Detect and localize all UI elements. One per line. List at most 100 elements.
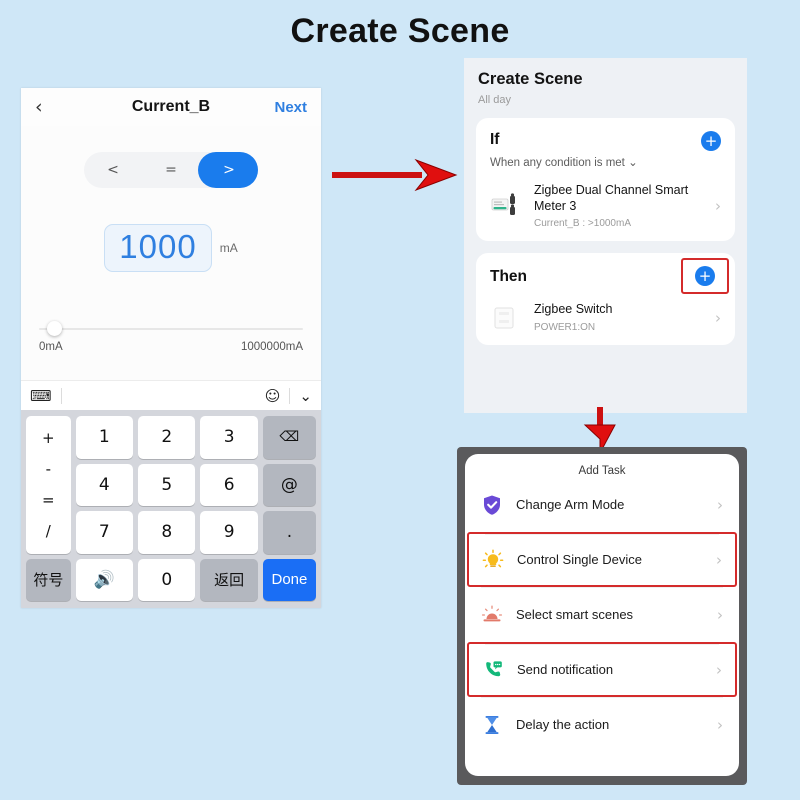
task-send-notification[interactable]: Send notification › xyxy=(467,642,737,697)
if-add-condition-button[interactable]: + xyxy=(701,131,721,151)
mic-icon[interactable]: 🔊 xyxy=(75,558,134,601)
operator-key-column[interactable]: + - = / xyxy=(26,416,71,554)
if-card: If When any condition is met ⌄ + Zigbee … xyxy=(476,118,735,242)
key-slash[interactable]: / xyxy=(46,522,51,540)
chevron-right-icon[interactable]: › xyxy=(716,551,722,569)
slider-thumb[interactable] xyxy=(46,321,62,336)
key-return[interactable]: 返回 xyxy=(200,558,258,601)
page-title: Create Scene xyxy=(290,12,510,50)
globe-keyboard-icon[interactable]: ⌨ xyxy=(30,387,52,405)
operator-less-than[interactable]: < xyxy=(84,152,142,188)
operator-equals[interactable]: = xyxy=(142,152,200,188)
slider-labels: 0mA 1000000mA xyxy=(39,341,303,353)
task-delay-the-action[interactable]: Delay the action › xyxy=(465,697,739,752)
chevron-right-icon[interactable]: › xyxy=(716,661,722,679)
then-device-detail: POWER1:ON xyxy=(534,321,596,333)
arrow-panel1-to-panel2 xyxy=(330,155,460,200)
value-slider[interactable]: 0mA 1000000mA xyxy=(21,321,321,353)
key-9[interactable]: 9 xyxy=(200,511,258,554)
key-4[interactable]: 4 xyxy=(75,463,134,506)
smart-scene-icon xyxy=(481,605,503,621)
add-task-title: Add Task xyxy=(578,465,626,477)
chevron-left-icon[interactable]: ‹ xyxy=(35,97,43,117)
toolbar-divider-2 xyxy=(289,387,291,404)
if-device-name: Zigbee Dual Channel Smart Meter 3 xyxy=(534,183,689,213)
task-change-arm-mode[interactable]: Change Arm Mode › xyxy=(465,477,739,532)
if-condition-mode[interactable]: When any condition is met ⌄ xyxy=(490,155,638,169)
key-0[interactable]: 0 xyxy=(138,558,196,601)
key-dot[interactable]: . xyxy=(262,511,316,554)
if-device-row[interactable]: Zigbee Dual Channel Smart Meter 3 Curren… xyxy=(490,183,721,229)
then-card: Then + Zigbee Switch POWER1:ON › xyxy=(476,253,735,345)
then-device-row[interactable]: Zigbee Switch POWER1:ON › xyxy=(490,302,721,333)
key-5[interactable]: 5 xyxy=(138,463,196,506)
then-label: Then xyxy=(490,268,528,286)
screenshot-stage: Create Scene ‹ Current_B Next < = > 1000… xyxy=(0,0,800,800)
toolbar-divider xyxy=(60,387,62,404)
chevron-right-icon[interactable]: › xyxy=(715,309,721,327)
light-bulb-icon xyxy=(482,548,504,567)
add-task-panel: Add Task Change Arm Mode › Control Singl… xyxy=(457,447,747,785)
chevron-down-icon[interactable]: ⌄ xyxy=(299,387,312,405)
value-editor-panel: ‹ Current_B Next < = > 1000 mA 0mA 10000… xyxy=(21,88,321,608)
value-unit-label: mA xyxy=(219,241,238,255)
chevron-down-icon[interactable]: ⌄ xyxy=(628,157,638,169)
key-3[interactable]: 3 xyxy=(200,416,258,459)
chevron-right-icon[interactable]: › xyxy=(717,496,723,514)
chevron-right-icon[interactable]: › xyxy=(717,606,723,624)
value-row: 1000 mA xyxy=(21,224,321,272)
slider-max-label: 1000000mA xyxy=(240,341,303,353)
add-task-sheet: Add Task Change Arm Mode › Control Singl… xyxy=(465,454,739,776)
then-add-highlight: + xyxy=(681,258,729,295)
keyboard-toolbar: ⌨ ☺ ⌄ xyxy=(21,380,321,410)
task-label: Select smart scenes xyxy=(516,607,634,622)
if-condition-text: When any condition is met xyxy=(490,157,625,169)
key-symbols[interactable]: 符号 xyxy=(26,558,71,601)
key-8[interactable]: 8 xyxy=(138,511,196,554)
task-select-smart-scenes[interactable]: Select smart scenes › xyxy=(465,587,739,642)
task-label: Delay the action xyxy=(516,717,610,732)
operator-greater-than[interactable]: > xyxy=(200,152,258,188)
next-button[interactable]: Next xyxy=(274,99,307,116)
slider-min-label: 0mA xyxy=(39,341,63,353)
emoji-smiley-icon[interactable]: ☺ xyxy=(265,387,281,405)
phone-message-icon xyxy=(486,660,502,676)
key-2[interactable]: 2 xyxy=(138,416,196,459)
numeric-keypad[interactable]: + - = / 1 2 3 ⌫ 4 5 6 @ 7 8 9 . 符号 🔊 0 返… xyxy=(21,410,321,608)
panel2-title: Create Scene xyxy=(478,70,583,88)
backspace-icon[interactable]: ⌫ xyxy=(262,416,316,459)
key-at[interactable]: @ xyxy=(262,463,316,506)
zigbee-meter-icon xyxy=(491,193,515,216)
if-device-text: Zigbee Dual Channel Smart Meter 3 Curren… xyxy=(534,183,705,229)
shield-check-icon xyxy=(484,495,500,515)
task-label: Change Arm Mode xyxy=(516,497,625,512)
key-1[interactable]: 1 xyxy=(75,416,134,459)
task-label: Control Single Device xyxy=(517,552,643,567)
then-device-name: Zigbee Switch xyxy=(534,302,613,317)
if-card-text: If When any condition is met ⌄ xyxy=(490,131,638,169)
task-control-single-device[interactable]: Control Single Device › xyxy=(467,532,737,587)
panel1-header: ‹ Current_B Next xyxy=(21,88,321,126)
key-done[interactable]: Done xyxy=(262,558,316,601)
then-card-header: Then + xyxy=(490,258,729,295)
key-7[interactable]: 7 xyxy=(75,511,134,554)
zigbee-switch-icon xyxy=(494,307,514,329)
panel2-subtitle: All day xyxy=(478,94,512,106)
chevron-right-icon[interactable]: › xyxy=(715,197,721,215)
key-plus[interactable]: + xyxy=(42,429,55,447)
slider-track[interactable] xyxy=(39,321,303,336)
then-device-text: Zigbee Switch POWER1:ON xyxy=(534,302,705,333)
key-minus[interactable]: - xyxy=(46,460,51,478)
if-card-header: If When any condition is met ⌄ + xyxy=(490,131,721,169)
chevron-right-icon[interactable]: › xyxy=(717,716,723,734)
key-6[interactable]: 6 xyxy=(200,463,258,506)
create-scene-panel: Create Scene All day If When any conditi… xyxy=(464,58,747,413)
then-add-action-button[interactable]: + xyxy=(695,266,715,287)
if-label: If xyxy=(490,131,500,148)
hourglass-icon xyxy=(485,715,499,734)
value-input[interactable]: 1000 xyxy=(104,224,212,272)
if-device-detail: Current_B : >1000mA xyxy=(534,218,631,230)
operator-segmented-control[interactable]: < = > xyxy=(84,152,258,188)
task-label: Send notification xyxy=(517,662,614,677)
key-equals[interactable]: = xyxy=(42,491,55,509)
